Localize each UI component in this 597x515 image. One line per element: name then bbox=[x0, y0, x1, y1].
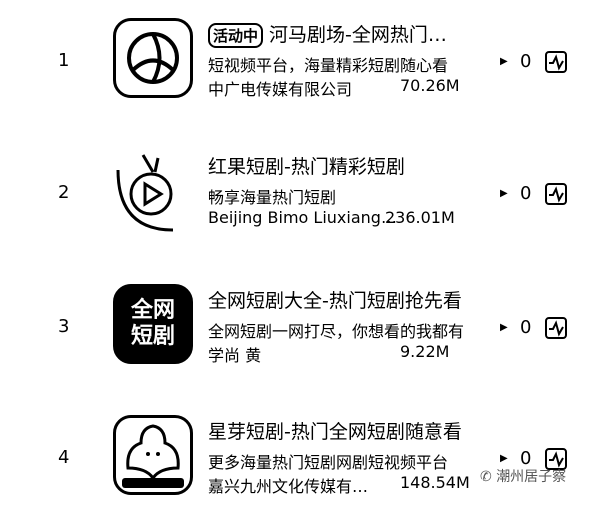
app-title[interactable]: 全网短剧大全-热门短剧抢先看 bbox=[208, 286, 462, 313]
app-size: 70.26M bbox=[400, 76, 460, 95]
expand-arrow-icon[interactable]: ▶ bbox=[500, 322, 508, 333]
app-subtitle: 短视频平台，海量精彩短剧随心看 bbox=[208, 56, 449, 75]
hongguo-app-icon[interactable] bbox=[113, 150, 193, 232]
count: 0 bbox=[520, 183, 532, 204]
event-badge: 活动中 bbox=[208, 23, 264, 48]
app-title[interactable]: 红果短剧-热门精彩短剧 bbox=[208, 152, 405, 179]
app-title[interactable]: 河马剧场-全网热门… bbox=[269, 24, 447, 46]
trend-chart-icon[interactable] bbox=[545, 183, 567, 205]
quanwang-app-icon[interactable]: 全网短剧 bbox=[113, 284, 193, 364]
count: 0 bbox=[520, 51, 532, 72]
app-subtitle: 更多海量热门短剧网剧短视频平台 bbox=[208, 453, 449, 472]
expand-arrow-icon[interactable]: ▶ bbox=[500, 188, 508, 199]
app-size: 148.54M bbox=[400, 473, 470, 492]
rank: 3 bbox=[58, 316, 70, 337]
app-size: 9.22M bbox=[400, 342, 450, 361]
count: 0 bbox=[520, 317, 532, 338]
watermark-text: 潮州居子察 bbox=[496, 469, 567, 485]
rank: 4 bbox=[58, 447, 70, 468]
app-row-4[interactable]: 4 星芽短剧-热门全网短剧随意看 更多海量热门短剧网剧短视频平台 嘉兴九州文化传… bbox=[0, 415, 597, 515]
trend-chart-icon[interactable] bbox=[545, 317, 567, 339]
rank: 2 bbox=[58, 182, 70, 203]
app-developer: 学尚 黄 bbox=[208, 346, 262, 365]
app-subtitle: 全网短剧一网打尽，你想看的我都有 bbox=[208, 322, 465, 341]
trend-chart-icon[interactable] bbox=[545, 51, 567, 73]
icon-text: 全网短剧 bbox=[130, 298, 175, 349]
app-row-1[interactable]: 1 活动中 河马剧场-全网热门… 短视频平台，海量精彩短剧随心看 中广电传媒有限公… bbox=[0, 18, 597, 118]
hema-app-icon[interactable] bbox=[113, 18, 193, 98]
app-row-2[interactable]: 2 红果短剧-热门精彩短剧 畅享海量热门短剧 Beijing Bimo Liux… bbox=[0, 150, 597, 250]
app-developer: Beijing Bimo Liuxiang… bbox=[208, 208, 397, 227]
expand-arrow-icon[interactable]: ▶ bbox=[500, 56, 508, 67]
xingya-app-icon[interactable] bbox=[113, 415, 193, 495]
app-row-3[interactable]: 3 全网短剧 全网短剧大全-热门短剧抢先看 全网短剧一网打尽，你想看的我都有 学… bbox=[0, 284, 597, 384]
expand-arrow-icon[interactable]: ▶ bbox=[500, 453, 508, 464]
app-size: 236.01M bbox=[385, 208, 455, 227]
wechat-icon: ✆ bbox=[480, 469, 497, 485]
app-developer: 嘉兴九州文化传媒有… bbox=[208, 477, 369, 496]
rank: 1 bbox=[58, 50, 70, 71]
app-title[interactable]: 星芽短剧-热门全网短剧随意看 bbox=[208, 417, 462, 444]
app-developer: 中广电传媒有限公司 bbox=[208, 80, 353, 99]
watermark: ✆ 潮州居子察 bbox=[480, 466, 566, 486]
app-subtitle: 畅享海量热门短剧 bbox=[208, 188, 337, 207]
